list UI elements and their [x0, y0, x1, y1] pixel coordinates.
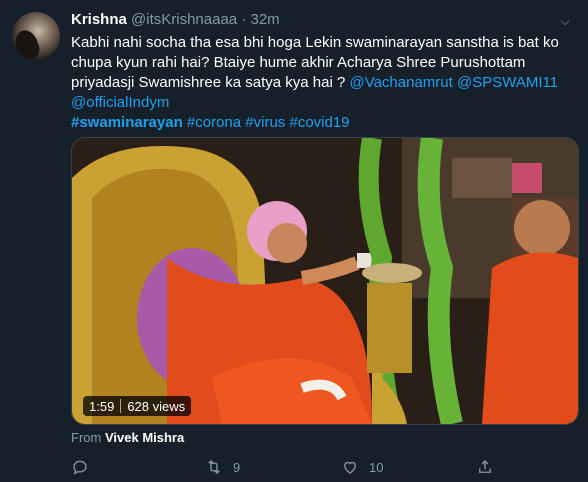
hashtag-link[interactable]: #swaminarayan [71, 114, 183, 131]
reply-icon [73, 460, 87, 475]
like-icon [344, 461, 356, 474]
retweet-count: 9 [233, 459, 241, 475]
retweet-icon [208, 460, 220, 474]
share-icon [479, 460, 491, 473]
tweet-header: Krishna @itsKrishnaaaa · 32m [71, 10, 280, 30]
video-attribution: From Vivek Mishra [71, 430, 184, 446]
avatar[interactable] [12, 12, 60, 60]
reply-button[interactable] [71, 456, 99, 478]
tweet[interactable]: Krishna @itsKrishnaaaa · 32m ⌵ Kabhi nah… [0, 0, 588, 482]
display-name[interactable]: Krishna [71, 11, 127, 28]
like-button[interactable]: 10 [341, 456, 383, 478]
chevron-down-icon[interactable]: ⌵ [556, 12, 574, 30]
hashtag-link[interactable]: #virus [245, 114, 285, 131]
timestamp[interactable]: 32m [251, 11, 280, 28]
tweet-actions: 9 10 [71, 456, 501, 478]
video-stats-badge: 1:59 628 views [83, 396, 192, 416]
share-button[interactable] [476, 456, 504, 478]
mention-link[interactable]: @Vachanamrut [349, 74, 452, 91]
video-duration: 1:59 [89, 398, 115, 414]
video-player[interactable]: 1:59 628 views [71, 137, 579, 425]
mention-link[interactable]: @SPSWAMI11 [457, 74, 558, 91]
video-frame [72, 138, 578, 424]
mention-link[interactable]: @officialIndym [71, 94, 169, 111]
like-count: 10 [369, 459, 384, 475]
video-views: 628 views [127, 398, 186, 414]
from-label: From [71, 430, 102, 445]
separator-dot: · [241, 11, 247, 28]
tweet-text: Kabhi nahi socha tha esa bhi hoga Lekin … [71, 33, 571, 133]
hashtag-link[interactable]: #corona [187, 114, 241, 131]
user-handle[interactable]: @itsKrishnaaaa [131, 11, 237, 28]
retweet-button[interactable]: 9 [205, 456, 240, 478]
from-source-link[interactable]: Vivek Mishra [105, 430, 184, 445]
badge-divider [120, 399, 122, 413]
hashtag-link[interactable]: #covid19 [289, 114, 349, 131]
